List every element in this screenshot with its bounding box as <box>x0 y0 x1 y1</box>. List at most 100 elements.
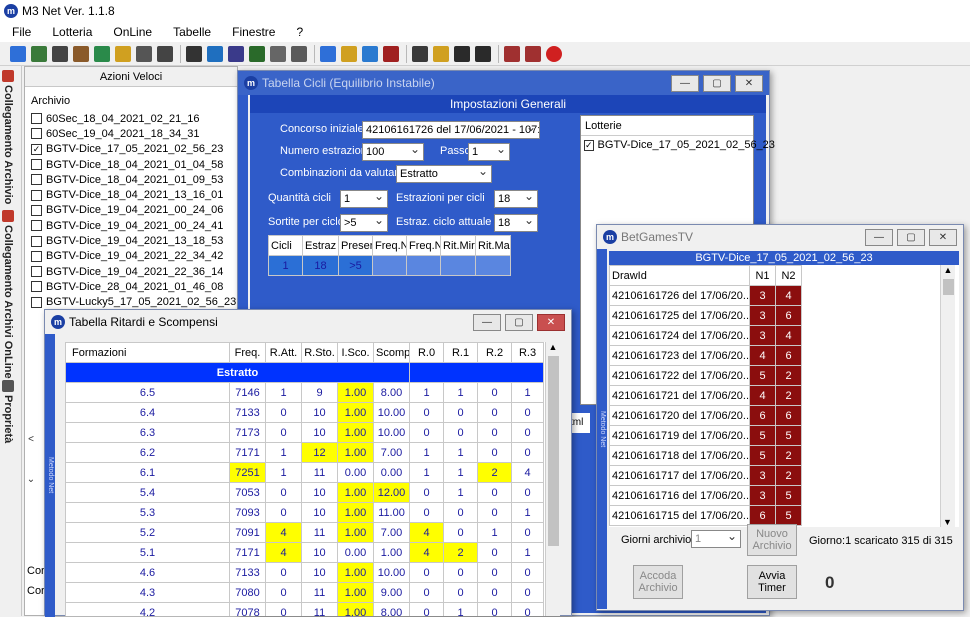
column-header[interactable]: R.Att. <box>265 342 302 363</box>
window-titlebar[interactable]: m Tabella Ritardi e Scompensi — ▢ ✕ <box>45 310 571 334</box>
tools-icon[interactable] <box>383 45 399 62</box>
grid-row[interactable]: 1 18 >5 <box>268 255 511 276</box>
chart-icon[interactable] <box>157 45 173 62</box>
checkbox[interactable]: ✓ <box>584 139 594 151</box>
folder-icon[interactable] <box>341 45 357 62</box>
archive-item[interactable]: BGTV-Dice_19_04_2021_13_18_53 <box>25 233 237 248</box>
draws-scrollbar[interactable]: ▲ ▼ <box>940 265 955 527</box>
checkbox[interactable] <box>31 296 42 308</box>
scroll-up-icon[interactable]: ▲ <box>941 265 955 275</box>
column-header[interactable]: Cicli <box>268 235 303 256</box>
close-button[interactable]: ✕ <box>735 75 763 92</box>
checkbox[interactable] <box>31 113 42 125</box>
checkbox[interactable] <box>31 220 42 232</box>
checkbox[interactable] <box>31 235 42 247</box>
archive-item[interactable]: 60Sec_18_04_2021_02_21_16 <box>25 111 237 126</box>
target-icon[interactable] <box>270 45 286 62</box>
grid-cell[interactable] <box>475 255 511 276</box>
archive-item[interactable]: BGTV-Dice_28_04_2021_01_46_08 <box>25 279 237 294</box>
tools2-icon[interactable] <box>504 45 520 62</box>
side-scroll-arrows[interactable]: < ⌄ <box>24 420 38 500</box>
menu-lotteria[interactable]: Lotteria <box>40 25 101 39</box>
combinazioni-select[interactable]: Estratto <box>396 165 492 183</box>
table-row[interactable]: 4.2 7078 0 11 1.00 8.00 0 1 0 0 <box>65 602 544 616</box>
concorso-select[interactable]: 42106161726 del 17/06/2021 - 107: <box>362 121 540 139</box>
table-row[interactable]: 5.3 7093 0 10 1.00 11.00 0 0 0 1 <box>65 502 544 523</box>
archive-item[interactable]: BGTV-Dice_19_04_2021_22_34_42 <box>25 249 237 264</box>
menu-finestre[interactable]: Finestre <box>220 25 284 39</box>
column-header[interactable]: Freq.N <box>406 235 441 256</box>
minimize-button[interactable]: — <box>671 75 699 92</box>
window-titlebar[interactable]: m Tabella Cicli (Equilibrio Instabile) —… <box>238 71 769 95</box>
table-row[interactable]: 42106161718 del 17/06/20... 5 2 <box>609 445 802 466</box>
passo-select[interactable]: 1 <box>468 143 510 161</box>
checkbox[interactable] <box>31 281 42 293</box>
exit-icon[interactable] <box>546 45 562 62</box>
column-header[interactable]: Preser <box>338 235 373 256</box>
column-header[interactable]: Rit.Mir <box>440 235 476 256</box>
tab-proprieta[interactable]: Proprietà <box>2 380 14 443</box>
chevron-left-icon[interactable]: < <box>28 434 34 445</box>
table-row[interactable]: 42106161719 del 17/06/20... 5 5 <box>609 425 802 446</box>
column-header[interactable]: N1 <box>749 265 776 286</box>
menu-file[interactable]: File <box>0 25 40 39</box>
table-row[interactable]: 6.3 7173 0 10 1.00 10.00 0 0 0 0 <box>65 422 544 443</box>
chart2-icon[interactable] <box>228 45 244 62</box>
table-row[interactable]: 6.5 7146 1 9 1.00 8.00 1 1 0 1 <box>65 382 544 403</box>
chevron-down-icon[interactable]: ⌄ <box>27 474 35 485</box>
quantita-cicli-select[interactable]: 1 <box>340 190 388 208</box>
settings-icon[interactable] <box>291 45 307 62</box>
grid-cell[interactable] <box>372 255 407 276</box>
table-row[interactable]: 42106161721 del 17/06/20... 4 2 <box>609 385 802 406</box>
close-button[interactable]: ✕ <box>929 229 957 246</box>
column-header[interactable]: I.Sco. <box>337 342 374 363</box>
checkbox[interactable] <box>31 189 42 201</box>
network2-icon[interactable] <box>73 45 89 62</box>
user-icon[interactable] <box>136 45 152 62</box>
maximize-button[interactable]: ▢ <box>703 75 731 92</box>
column-header[interactable]: Rit.Ma <box>475 235 511 256</box>
menu-online[interactable]: OnLine <box>101 25 161 39</box>
table-row[interactable]: 42106161726 del 17/06/20... 3 4 <box>609 285 802 306</box>
table-row[interactable]: 5.1 7171 4 10 0.00 1.00 4 2 0 1 <box>65 542 544 563</box>
scroll-up-icon[interactable]: ▲ <box>546 342 560 352</box>
table-row[interactable]: 42106161724 del 17/06/20... 3 4 <box>609 325 802 346</box>
table-row[interactable]: 5.2 7091 4 11 1.00 7.00 4 0 1 0 <box>65 522 544 543</box>
globe-icon[interactable] <box>362 45 378 62</box>
scroll-down-icon[interactable]: ▼ <box>941 517 954 527</box>
grid-cell[interactable]: 18 <box>302 255 339 276</box>
column-header[interactable]: R.Sto. <box>301 342 338 363</box>
column-header[interactable]: Estraz <box>302 235 339 256</box>
column-header[interactable]: R.2 <box>477 342 512 363</box>
table-row[interactable]: 6.2 7171 1 12 1.00 7.00 1 1 0 0 <box>65 442 544 463</box>
edit-icon[interactable] <box>412 45 428 62</box>
tab-collegamento-online[interactable]: Collegamento Archivi OnLine <box>2 210 14 379</box>
minimize-button[interactable]: — <box>865 229 893 246</box>
nuovo-archivio-button[interactable]: Nuovo Archivio <box>747 524 797 556</box>
table-row[interactable]: 42106161722 del 17/06/20... 5 2 <box>609 365 802 386</box>
checkbox[interactable] <box>31 174 42 186</box>
column-header[interactable]: R.3 <box>511 342 544 363</box>
grid-cell[interactable] <box>406 255 441 276</box>
archive-item[interactable]: BGTV-Dice_18_04_2021_13_16_01 <box>25 187 237 202</box>
archive-item[interactable]: BGTV-Lucky5_17_05_2021_02_56_23 <box>25 295 237 310</box>
scroll-thumb[interactable] <box>548 356 559 546</box>
list-icon[interactable] <box>320 45 336 62</box>
column-header[interactable]: Freq.N <box>372 235 407 256</box>
archive-item[interactable]: 60Sec_19_04_2021_18_34_31 <box>25 126 237 141</box>
column-header[interactable]: Scomp <box>373 342 410 363</box>
archive-item[interactable]: ✓ BGTV-Dice_17_05_2021_02_56_23 <box>25 142 237 157</box>
column-header[interactable]: R.0 <box>409 342 444 363</box>
tree-icon[interactable] <box>94 45 110 62</box>
tab-collegamento-archivio[interactable]: Collegamento Archivio <box>2 70 14 204</box>
table-row[interactable]: 5.4 7053 0 10 1.00 12.00 0 1 0 0 <box>65 482 544 503</box>
window-titlebar[interactable]: m BetGamesTV — ▢ ✕ <box>597 225 963 249</box>
archive-item[interactable]: BGTV-Dice_19_04_2021_22_36_14 <box>25 264 237 279</box>
grid-cell[interactable]: 1 <box>268 255 303 276</box>
table-row[interactable]: 42106161723 del 17/06/20... 4 6 <box>609 345 802 366</box>
save-all-icon[interactable] <box>475 45 491 62</box>
archive-item[interactable]: BGTV-Dice_18_04_2021_01_09_53 <box>25 172 237 187</box>
move-icon[interactable] <box>52 45 68 62</box>
archive-item[interactable]: BGTV-Dice_18_04_2021_01_04_58 <box>25 157 237 172</box>
estr-per-cicli-select[interactable]: 18 <box>494 190 538 208</box>
